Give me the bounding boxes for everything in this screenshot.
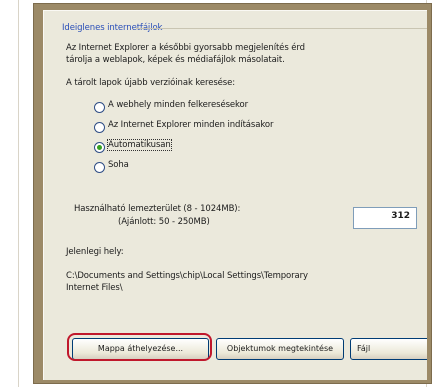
group-divider [136,28,427,29]
disk-space-value: 312 [391,211,410,221]
radio-selected-dot [97,145,102,150]
view-objects-button[interactable]: Objektumok megtekintése [216,338,344,360]
left-divider [18,0,19,387]
move-folder-highlight [67,333,212,361]
radio-never-label: Soha [108,160,129,170]
disk-space-recommended: (Ajánlott: 50 - 250MB) [118,217,210,227]
check-heading: A tárolt lapok újabb verzióinak keresése… [66,78,236,88]
radio-automatic[interactable] [94,142,105,153]
location-path-line-2: Internet Files\ [66,283,123,293]
radio-every-visit[interactable] [94,102,105,113]
view-files-button[interactable]: Fájl [350,338,427,360]
radio-every-start[interactable] [94,122,105,133]
radio-every-visit-label: A webhely minden felkeresésekor [108,100,249,110]
radio-never[interactable] [94,162,105,173]
location-label: Jelenlegi hely: [66,247,124,257]
disk-space-label: Használható lemezterület (8 - 1024MB): [74,204,241,214]
location-path-line-1: C:\Documents and Settings\chip\Local Set… [66,271,308,281]
intro-line-2: tárolja a weblapok, képek és médiafájlok… [66,55,285,65]
settings-dialog: Ideiglenes internetfájlok Az Internet Ex… [43,10,427,380]
radio-every-start-label: Az Internet Explorer minden indításakor [108,120,274,130]
screenshot-stage: Ideiglenes internetfájlok Az Internet Ex… [0,0,440,387]
radio-automatic-label: Automatikusan [107,139,172,151]
intro-line-1: Az Internet Explorer a későbbi gyorsabb … [66,43,305,53]
disk-space-field[interactable]: 312 [353,207,417,229]
